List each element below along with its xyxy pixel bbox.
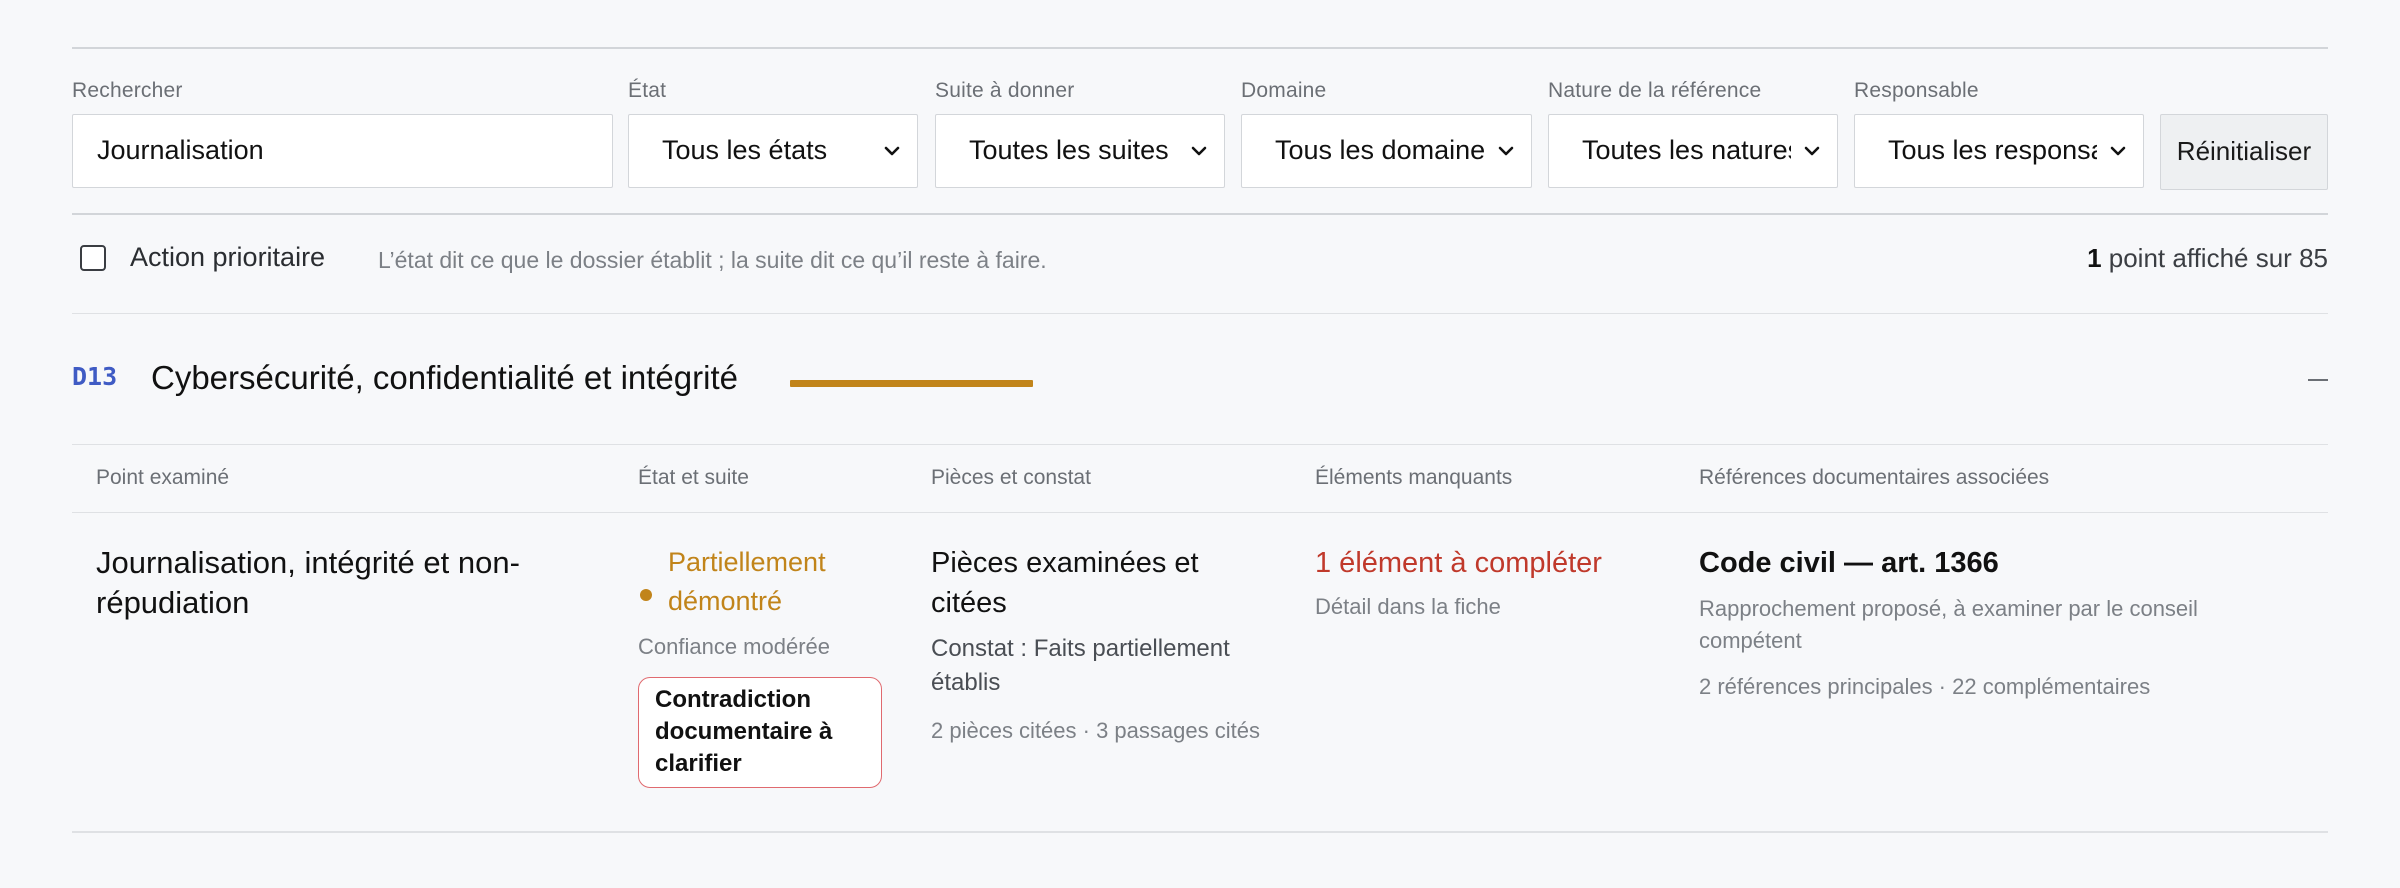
options-divider — [72, 313, 2328, 314]
domaine-label: Domaine — [1241, 79, 1327, 102]
chevron-down-icon — [1191, 146, 1207, 156]
chevron-down-icon — [884, 146, 900, 156]
section-code: D13 — [72, 362, 118, 391]
pieces-cell: Pièces examinées et citées Constat : Fai… — [931, 543, 1261, 747]
filter-bar: Rechercher Journalisation État Tous les … — [72, 78, 2328, 190]
suite-select[interactable]: Toutes les suites — [935, 114, 1225, 188]
section-title: Cybersécurité, confidentialité et intégr… — [151, 359, 738, 396]
pieces-title: Pièces examinées et citées — [931, 547, 1199, 619]
responsable-field: Responsable Tous les responsables — [1854, 78, 2144, 188]
chevron-down-icon — [2110, 146, 2126, 156]
nature-label: Nature de la référence — [1548, 79, 1762, 102]
table-row[interactable]: Journalisation, intégrité et non-répudia… — [72, 513, 2328, 831]
reference-meta: 2 références principales · 22 complément… — [1699, 674, 2151, 699]
results-count: 1 point affiché sur 85 — [2087, 243, 2328, 274]
status-dot-icon — [640, 589, 652, 601]
column-header-manquants: Éléments manquants — [1315, 466, 1513, 489]
state-status: Partiellement démontré — [638, 543, 888, 621]
row-divider — [72, 831, 2328, 833]
nature-select-value: Toutes les natures — [1582, 135, 1791, 165]
confidence-text: Confiance modérée — [638, 634, 831, 659]
suite-select-value: Toutes les suites — [969, 135, 1169, 165]
missing-title[interactable]: 1 élément à compléter — [1315, 543, 1645, 583]
references-cell: Code civil — art. 1366 Rapprochement pro… — [1699, 543, 2259, 700]
options-row: Action prioritaire L’état dit ce que le … — [72, 238, 2328, 284]
etat-field: État Tous les états — [628, 78, 918, 188]
results-count-number: 1 — [2087, 243, 2102, 273]
column-header-pieces: Pièces et constat — [931, 466, 1091, 489]
reference-title[interactable]: Code civil — art. 1366 — [1699, 543, 2259, 583]
pieces-constat: Constat : Faits partiellement établis — [931, 635, 1230, 696]
contradiction-badge: Contradiction documentaire à clarifier — [638, 677, 882, 788]
table-header: Point examiné État et suite Pièces et co… — [72, 466, 2328, 496]
top-divider — [72, 47, 2328, 49]
search-label: Rechercher — [72, 79, 183, 102]
state-hint-text: L’état dit ce que le dossier établit ; l… — [378, 247, 1047, 273]
pieces-meta: 2 pièces citées · 3 passages cités — [931, 718, 1260, 743]
search-field: Rechercher Journalisation — [72, 78, 613, 188]
collapse-icon[interactable] — [2308, 379, 2328, 381]
search-input[interactable]: Journalisation — [72, 114, 613, 188]
etat-select-value: Tous les états — [662, 135, 828, 165]
chevron-down-icon — [1804, 146, 1820, 156]
results-count-text: point affiché sur 85 — [2108, 243, 2328, 273]
state-status-text: Partiellement démontré — [668, 547, 826, 616]
reset-button[interactable]: Réinitialiser — [2160, 114, 2328, 190]
search-input-value: Journalisation — [97, 135, 264, 165]
section-divider — [72, 444, 2328, 445]
domaine-field: Domaine Tous les domaines — [1241, 78, 1532, 188]
column-header-references: Références documentaires associées — [1699, 466, 2050, 489]
section-progress-bar — [790, 380, 1033, 387]
missing-cell: 1 élément à compléter Détail dans la fic… — [1315, 543, 1645, 620]
column-header-etat: État et suite — [638, 466, 749, 489]
suite-label: Suite à donner — [935, 79, 1075, 102]
domaine-select[interactable]: Tous les domaines — [1241, 114, 1532, 188]
state-cell: Partiellement démontré Confiance modérée… — [638, 543, 888, 788]
missing-meta: Détail dans la fiche — [1315, 594, 1501, 619]
priority-checkbox[interactable] — [80, 245, 106, 271]
point-title[interactable]: Journalisation, intégrité et non-répudia… — [96, 543, 566, 623]
chevron-down-icon — [1498, 146, 1514, 156]
reference-description: Rapprochement proposé, à examiner par le… — [1699, 596, 2198, 653]
nature-field: Nature de la référence Toutes les nature… — [1548, 78, 1838, 188]
priority-checkbox-label[interactable]: Action prioritaire — [130, 242, 325, 273]
domaine-select-value: Tous les domaines — [1275, 135, 1485, 165]
etat-select[interactable]: Tous les états — [628, 114, 918, 188]
etat-label: État — [628, 79, 667, 102]
column-header-point: Point examiné — [96, 466, 230, 489]
responsable-label: Responsable — [1854, 79, 1979, 102]
suite-field: Suite à donner Toutes les suites — [935, 78, 1225, 188]
nature-select[interactable]: Toutes les natures — [1548, 114, 1838, 188]
responsable-select-value: Tous les responsables — [1888, 135, 2097, 165]
section-header[interactable]: D13 Cybersécurité, confidentialité et in… — [72, 350, 2328, 410]
responsable-select[interactable]: Tous les responsables — [1854, 114, 2144, 188]
filter-divider — [72, 213, 2328, 215]
